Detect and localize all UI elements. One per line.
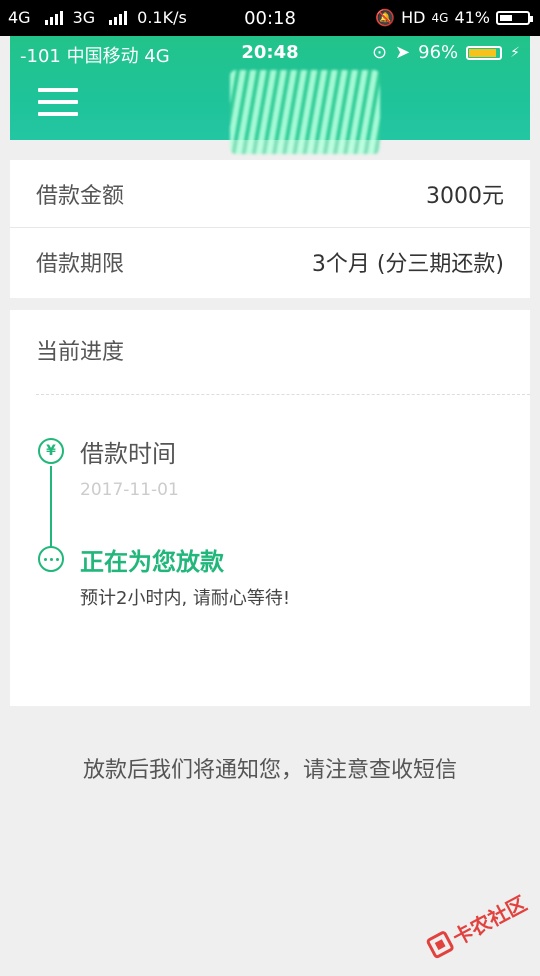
step1-title: 借款时间 xyxy=(80,440,176,468)
watermark-logo: 卡农社区 xyxy=(416,872,540,976)
watermark-icon xyxy=(425,929,456,960)
app-header: -101 中国移动 4G 20:48 ⊙ ➤ 96% ⚡ xyxy=(10,36,530,154)
location-icon: ➤ xyxy=(395,42,411,63)
hd-label: HD xyxy=(401,8,426,27)
loan-term-row: 借款期限 3个月 (分三期还款) xyxy=(10,228,530,296)
notice-text: 放款后我们将通知您，请注意查收短信 xyxy=(82,758,457,783)
inner-status-bar: -101 中国移动 4G 20:48 ⊙ ➤ 96% ⚡ xyxy=(10,36,530,68)
step2-title: 正在为您放款 xyxy=(80,548,224,576)
yen-icon: ¥ xyxy=(38,438,64,464)
system-status-bar: 4G 3G 0.1K/s 00:18 🔕 HD 4G 41% xyxy=(0,0,540,36)
loan-info-card: 借款金额 3000元 借款期限 3个月 (分三期还款) xyxy=(10,160,530,298)
charging-icon: ⚡ xyxy=(510,44,520,61)
menu-hamburger-icon[interactable] xyxy=(38,88,78,118)
watermark-text: 卡农社区 xyxy=(448,890,531,950)
rotation-lock-icon: ⊙ xyxy=(371,42,388,63)
more-dots-icon xyxy=(38,546,64,572)
loan-term-label: 借款期限 xyxy=(36,252,125,277)
timeline-line xyxy=(50,466,52,554)
step1-date: 2017-11-01 xyxy=(80,480,179,500)
loan-amount-row: 借款金额 3000元 xyxy=(10,160,530,228)
loan-amount-label: 借款金额 xyxy=(36,183,125,209)
mute-icon: 🔕 xyxy=(375,8,396,27)
inner-battery-icon xyxy=(466,45,503,60)
progress-card: 当前进度 ¥ 借款时间 2017-11-01 正在为您放款 预计2小时内, 请耐… xyxy=(10,310,530,706)
battery-percent: 41% xyxy=(454,8,490,27)
loan-term-value: 3个月 (分三期还款) xyxy=(311,252,504,277)
progress-title: 当前进度 xyxy=(36,340,125,365)
battery-icon xyxy=(496,10,533,25)
network-type-3: 4G xyxy=(431,10,449,25)
divider xyxy=(36,394,530,395)
loan-amount-value: 3000元 xyxy=(426,183,504,209)
step2-desc: 预计2小时内, 请耐心等待! xyxy=(80,588,291,609)
inner-battery-percent: 96% xyxy=(418,42,459,63)
obscured-title xyxy=(230,70,380,154)
